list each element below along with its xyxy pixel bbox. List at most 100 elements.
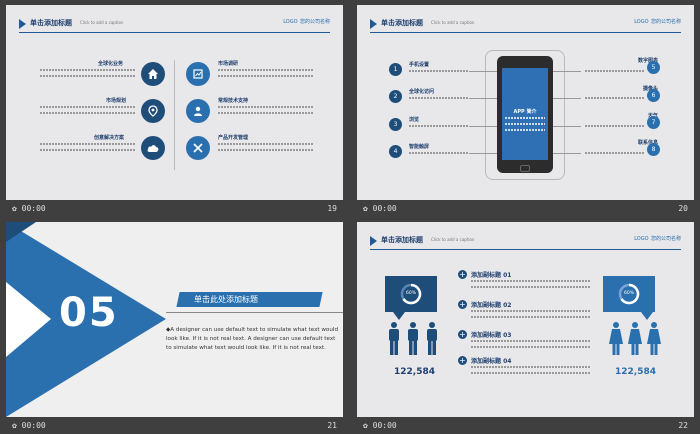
logo-text: LOGO [634, 19, 649, 25]
header-title: 单击添加标题 [381, 19, 423, 27]
text-placeholder [218, 75, 313, 77]
number-badge: 3 [389, 118, 402, 131]
callout-pointer [641, 312, 653, 320]
text-placeholder [40, 149, 135, 151]
slide-thumbnail-20[interactable]: 单击添加标题 Click to add a caption LOGO 您的公司名… [357, 5, 694, 217]
text-placeholder [409, 70, 469, 72]
location-pin-icon [141, 99, 165, 123]
text-placeholder [471, 346, 591, 348]
connector-line [469, 98, 497, 99]
screen-text [505, 117, 545, 119]
plus-icon: + [458, 270, 467, 279]
slide-footer: ✿ 00:00 21 [6, 417, 343, 434]
text-placeholder [585, 152, 645, 154]
feature-label: 手机设置 [409, 62, 430, 68]
slide-thumbnail-19[interactable]: 单击添加标题 Click to add a caption LOGO 您的公司名… [6, 5, 343, 217]
header-subtitle: Click to add a caption [431, 20, 475, 25]
subtitle-item: 添加副标题 03 [471, 332, 512, 339]
percent-label-right: 60% [623, 291, 634, 296]
text-placeholder [471, 366, 591, 368]
text-placeholder [471, 372, 591, 374]
left-item-label: 市场规划 [106, 98, 127, 104]
section-arrow-graphic [6, 222, 166, 417]
section-title: 单击此处添加标题 [194, 295, 258, 304]
header-divider [370, 249, 681, 250]
text-placeholder [218, 143, 313, 145]
right-item-label: 产品开发管理 [218, 135, 249, 141]
number-badge: 7 [647, 116, 660, 129]
slide-footer: ✿ 00:00 19 [6, 200, 343, 217]
header-triangle [19, 19, 26, 29]
text-placeholder [40, 69, 135, 71]
header-title: 单击添加标题 [30, 19, 72, 27]
center-divider [174, 60, 175, 170]
slide-footer: ✿ 00:00 22 [357, 417, 694, 434]
slide-number: 21 [327, 421, 337, 430]
tools-icon [186, 136, 210, 160]
phone-home-button [520, 165, 530, 172]
right-item-label: 常规技术支持 [218, 98, 249, 104]
connector-line [469, 126, 497, 127]
text-placeholder [409, 97, 469, 99]
text-placeholder [218, 69, 313, 71]
percent-label-left: 60% [405, 291, 416, 296]
feature-label: 浏览 [409, 117, 420, 123]
text-placeholder [471, 280, 591, 282]
connector-line [553, 126, 581, 127]
body-text: ◆A designer can use default text to simu… [166, 327, 339, 351]
header-subtitle: Click to add a caption [80, 20, 124, 25]
number-badge: 2 [389, 90, 402, 103]
logo-company: 您的公司名称 [299, 19, 330, 25]
logo-company: 您的公司名称 [650, 236, 681, 242]
text-placeholder [218, 112, 313, 114]
plus-icon: + [458, 330, 467, 339]
slide-thumbnail-22[interactable]: 单击添加标题 Click to add a caption LOGO 您的公司名… [357, 222, 694, 434]
slide-19-canvas: 单击添加标题 Click to add a caption LOGO 您的公司名… [6, 5, 343, 200]
header-divider [370, 32, 681, 33]
text-placeholder [40, 106, 135, 108]
header-subtitle: Click to add a caption [431, 237, 475, 242]
male-figures-icon [389, 322, 437, 355]
callout-pointer [393, 312, 405, 320]
logo: LOGO 您的公司名称 [634, 17, 681, 25]
connector-line [553, 71, 581, 72]
feature-label: 全球化访问 [409, 89, 435, 95]
logo-company: 您的公司名称 [650, 19, 681, 25]
text-placeholder [585, 125, 645, 127]
header-title: 单击添加标题 [381, 236, 423, 244]
plus-icon: + [458, 356, 467, 365]
header-divider [19, 32, 330, 33]
text-placeholder [40, 112, 135, 114]
text-placeholder [471, 310, 591, 312]
header-triangle [370, 236, 377, 246]
text-placeholder [585, 97, 645, 99]
title-underline [166, 312, 343, 313]
text-placeholder [409, 125, 469, 127]
text-placeholder [40, 143, 135, 145]
slide-footer: ✿ 00:00 20 [357, 200, 694, 217]
cloud-icon [141, 136, 165, 160]
screen-text [505, 129, 545, 131]
plus-icon: + [458, 300, 467, 309]
slide-timing: ✿ 00:00 [363, 204, 397, 213]
connector-line [553, 98, 581, 99]
slide-timing: ✿ 00:00 [12, 421, 46, 430]
stat-value-left: 122,584 [394, 367, 435, 377]
subtitle-item: 添加副标题 02 [471, 302, 512, 309]
right-item-label: 市场调研 [218, 61, 239, 67]
home-icon [141, 62, 165, 86]
left-item-label: 全球化业务 [98, 61, 124, 67]
slide-number: 20 [678, 204, 688, 213]
section-number: 05 [59, 290, 119, 336]
slide-timing: ✿ 00:00 [363, 421, 397, 430]
logo-text: LOGO [634, 236, 649, 242]
connector-line [553, 153, 581, 154]
text-placeholder [471, 316, 591, 318]
number-badge: 4 [389, 145, 402, 158]
slide-thumbnail-21[interactable]: 05 单击此处添加标题 ◆A designer can use default … [6, 222, 343, 434]
connector-line [469, 71, 497, 72]
left-item-label: 创意解决方案 [94, 135, 125, 141]
header-triangle [370, 19, 377, 29]
logo: LOGO 您的公司名称 [283, 17, 330, 25]
slide-20-canvas: 单击添加标题 Click to add a caption LOGO 您的公司名… [357, 5, 694, 200]
